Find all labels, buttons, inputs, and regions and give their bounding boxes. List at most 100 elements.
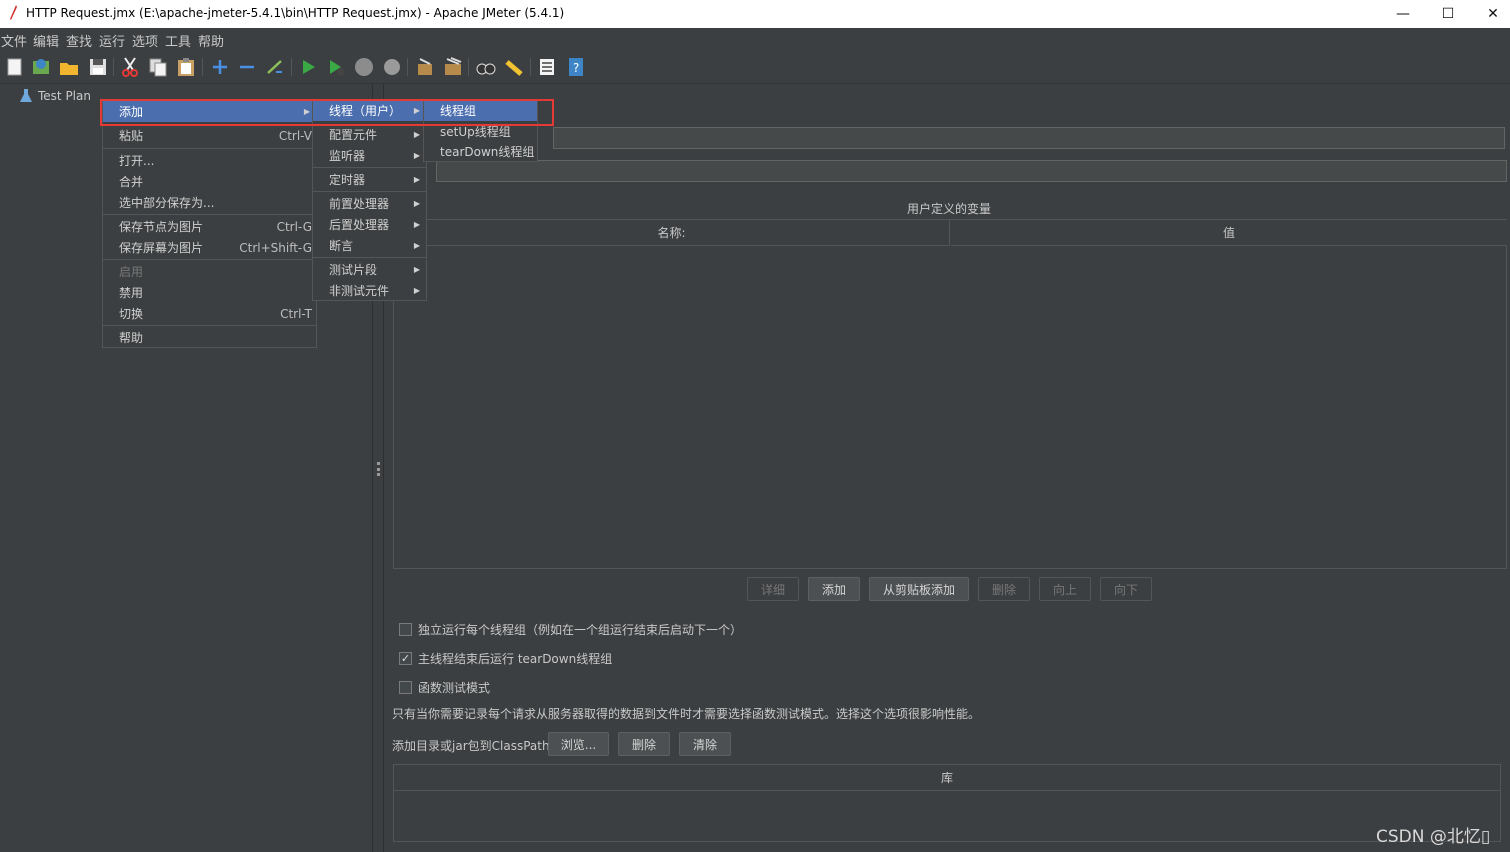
toolbar-separator: [407, 58, 408, 76]
menu-tools[interactable]: 工具: [165, 31, 191, 50]
column-header-value[interactable]: 值: [951, 220, 1507, 246]
menu-help[interactable]: 帮助: [198, 31, 224, 50]
move-up-button[interactable]: 向上: [1039, 577, 1091, 601]
templates-icon[interactable]: [30, 56, 52, 78]
maximize-button[interactable]: ☐: [1425, 0, 1471, 28]
submenu-arrow-icon: ▶: [413, 265, 420, 274]
collapse-icon[interactable]: [236, 56, 258, 78]
minimize-button[interactable]: —: [1380, 0, 1426, 28]
submenu-item-thread-group[interactable]: 线程组: [424, 100, 537, 121]
submenu-arrow-icon: ▶: [413, 175, 420, 184]
submenu-item-non-test[interactable]: 非测试元件 ▶: [313, 280, 426, 301]
delete-button[interactable]: 删除: [978, 577, 1030, 601]
functional-mode-checkbox[interactable]: 函数测试模式: [399, 679, 490, 696]
jmeter-feather-icon: [10, 5, 17, 20]
title-bar: HTTP Request.jmx (E:\apache-jmeter-5.4.1…: [0, 0, 1510, 28]
save-icon[interactable]: [87, 56, 109, 78]
column-header-name[interactable]: 名称:: [394, 220, 950, 246]
shutdown-icon[interactable]: [381, 56, 403, 78]
classpath-label: 添加目录或jar包到ClassPath: [392, 739, 550, 753]
search-icon[interactable]: [475, 56, 497, 78]
detail-button[interactable]: 详细: [747, 577, 799, 601]
paste-icon[interactable]: [175, 56, 197, 78]
classpath-library-table[interactable]: 库: [393, 764, 1501, 842]
stop-icon[interactable]: [353, 56, 375, 78]
name-field[interactable]: [553, 127, 1505, 149]
toolbar-separator: [468, 58, 469, 76]
menu-file[interactable]: 文件: [1, 31, 27, 50]
close-button[interactable]: ✕: [1470, 0, 1510, 28]
expand-icon[interactable]: [209, 56, 231, 78]
menu-item-toggle[interactable]: 切换 Ctrl-T: [103, 303, 316, 324]
watermark: CSDN @北忆▯: [1376, 827, 1491, 847]
checkbox-box[interactable]: [399, 681, 412, 694]
copy-icon[interactable]: [147, 56, 169, 78]
menu-item-save-selection[interactable]: 选中部分保存为...: [103, 192, 316, 213]
checkbox-label: 主线程结束后运行 tearDown线程组: [418, 652, 613, 666]
teardown-on-shutdown-checkbox[interactable]: ✓ 主线程结束后运行 tearDown线程组: [399, 650, 612, 667]
move-down-button[interactable]: 向下: [1100, 577, 1152, 601]
serialize-threadgroups-checkbox[interactable]: 独立运行每个线程组（例如在一个组运行结束后启动下一个）: [399, 621, 742, 638]
submenu-item-config[interactable]: 配置元件 ▶: [313, 124, 426, 145]
clear-all-icon[interactable]: [442, 56, 464, 78]
add-from-clipboard-button[interactable]: 从剪贴板添加: [869, 577, 969, 601]
open-icon[interactable]: [58, 56, 80, 78]
add-button[interactable]: 添加: [808, 577, 860, 601]
menu-item-open[interactable]: 打开...: [103, 150, 316, 171]
menu-item-paste[interactable]: 粘贴 Ctrl-V: [103, 125, 316, 146]
add-submenu: 线程（用户） ▶ 配置元件 ▶ 监听器 ▶ 定时器 ▶ 前置处理器 ▶ 后置处理…: [312, 99, 427, 301]
menu-options[interactable]: 选项: [132, 31, 158, 50]
new-icon[interactable]: [4, 56, 26, 78]
menu-item-save-screen-image[interactable]: 保存屏幕为图片 Ctrl+Shift-G: [103, 237, 316, 258]
submenu-item-listener[interactable]: 监听器 ▶: [313, 145, 426, 166]
menu-item-merge[interactable]: 合并: [103, 171, 316, 192]
menu-item-disable[interactable]: 禁用: [103, 282, 316, 303]
menu-separator: [313, 167, 426, 168]
context-menu: 添加 ▶ 粘贴 Ctrl-V 打开... 合并 选中部分保存为... 保存节点为…: [102, 100, 317, 348]
reset-search-icon[interactable]: [503, 56, 525, 78]
toolbar: ?: [0, 50, 1510, 84]
submenu-arrow-icon: ▶: [413, 241, 420, 250]
submenu-arrow-icon: ▶: [413, 199, 420, 208]
submenu-item-threads[interactable]: 线程（用户） ▶: [313, 100, 426, 121]
cut-icon[interactable]: [119, 56, 141, 78]
column-header-library[interactable]: 库: [394, 765, 1500, 791]
user-vars-table[interactable]: 名称: 值: [393, 219, 1507, 569]
clear-icon[interactable]: [414, 56, 436, 78]
tree-node-label: Test Plan: [38, 89, 91, 103]
submenu-item-setup-thread-group[interactable]: setUp线程组: [424, 121, 537, 142]
toggle-icon[interactable]: [264, 56, 286, 78]
menu-bar: 文件 编辑 查找 运行 选项 工具 帮助: [0, 28, 1510, 50]
browse-button[interactable]: 浏览...: [548, 732, 609, 756]
window-title: HTTP Request.jmx (E:\apache-jmeter-5.4.1…: [26, 6, 565, 20]
submenu-arrow-icon: ▶: [413, 151, 420, 160]
submenu-item-test-fragment[interactable]: 测试片段 ▶: [313, 259, 426, 280]
function-helper-icon[interactable]: [536, 56, 558, 78]
classpath-clear-button[interactable]: 清除: [679, 732, 731, 756]
comments-field[interactable]: [436, 160, 1507, 182]
classpath-delete-button[interactable]: 删除: [618, 732, 670, 756]
menu-separator: [313, 191, 426, 192]
submenu-item-postprocessor[interactable]: 后置处理器 ▶: [313, 214, 426, 235]
menu-search[interactable]: 查找: [66, 31, 92, 50]
menu-item-help[interactable]: 帮助: [103, 327, 316, 348]
toolbar-separator: [530, 58, 531, 76]
submenu-item-timer[interactable]: 定时器 ▶: [313, 169, 426, 190]
functional-mode-note: 只有当你需要记录每个请求从服务器取得的数据到文件时才需要选择函数测试模式。选择这…: [392, 707, 981, 721]
start-icon[interactable]: [297, 56, 319, 78]
submenu-item-preprocessor[interactable]: 前置处理器 ▶: [313, 193, 426, 214]
checkbox-box[interactable]: [399, 623, 412, 636]
checkbox-box[interactable]: ✓: [399, 652, 412, 665]
menu-item-save-node-image[interactable]: 保存节点为图片 Ctrl-G: [103, 216, 316, 237]
start-no-pause-icon[interactable]: [325, 56, 347, 78]
help-icon[interactable]: ?: [565, 56, 587, 78]
svg-text:?: ?: [573, 61, 579, 75]
submenu-item-assertion[interactable]: 断言 ▶: [313, 235, 426, 256]
checkbox-label: 独立运行每个线程组（例如在一个组运行结束后启动下一个）: [418, 623, 743, 637]
tree-node-test-plan[interactable]: Test Plan: [20, 87, 91, 105]
menu-item-enable[interactable]: 启用: [103, 261, 316, 282]
menu-item-add[interactable]: 添加 ▶: [103, 101, 316, 122]
menu-run[interactable]: 运行: [99, 31, 125, 50]
menu-edit[interactable]: 编辑: [33, 31, 59, 50]
submenu-item-teardown-thread-group[interactable]: tearDown线程组: [424, 141, 537, 162]
